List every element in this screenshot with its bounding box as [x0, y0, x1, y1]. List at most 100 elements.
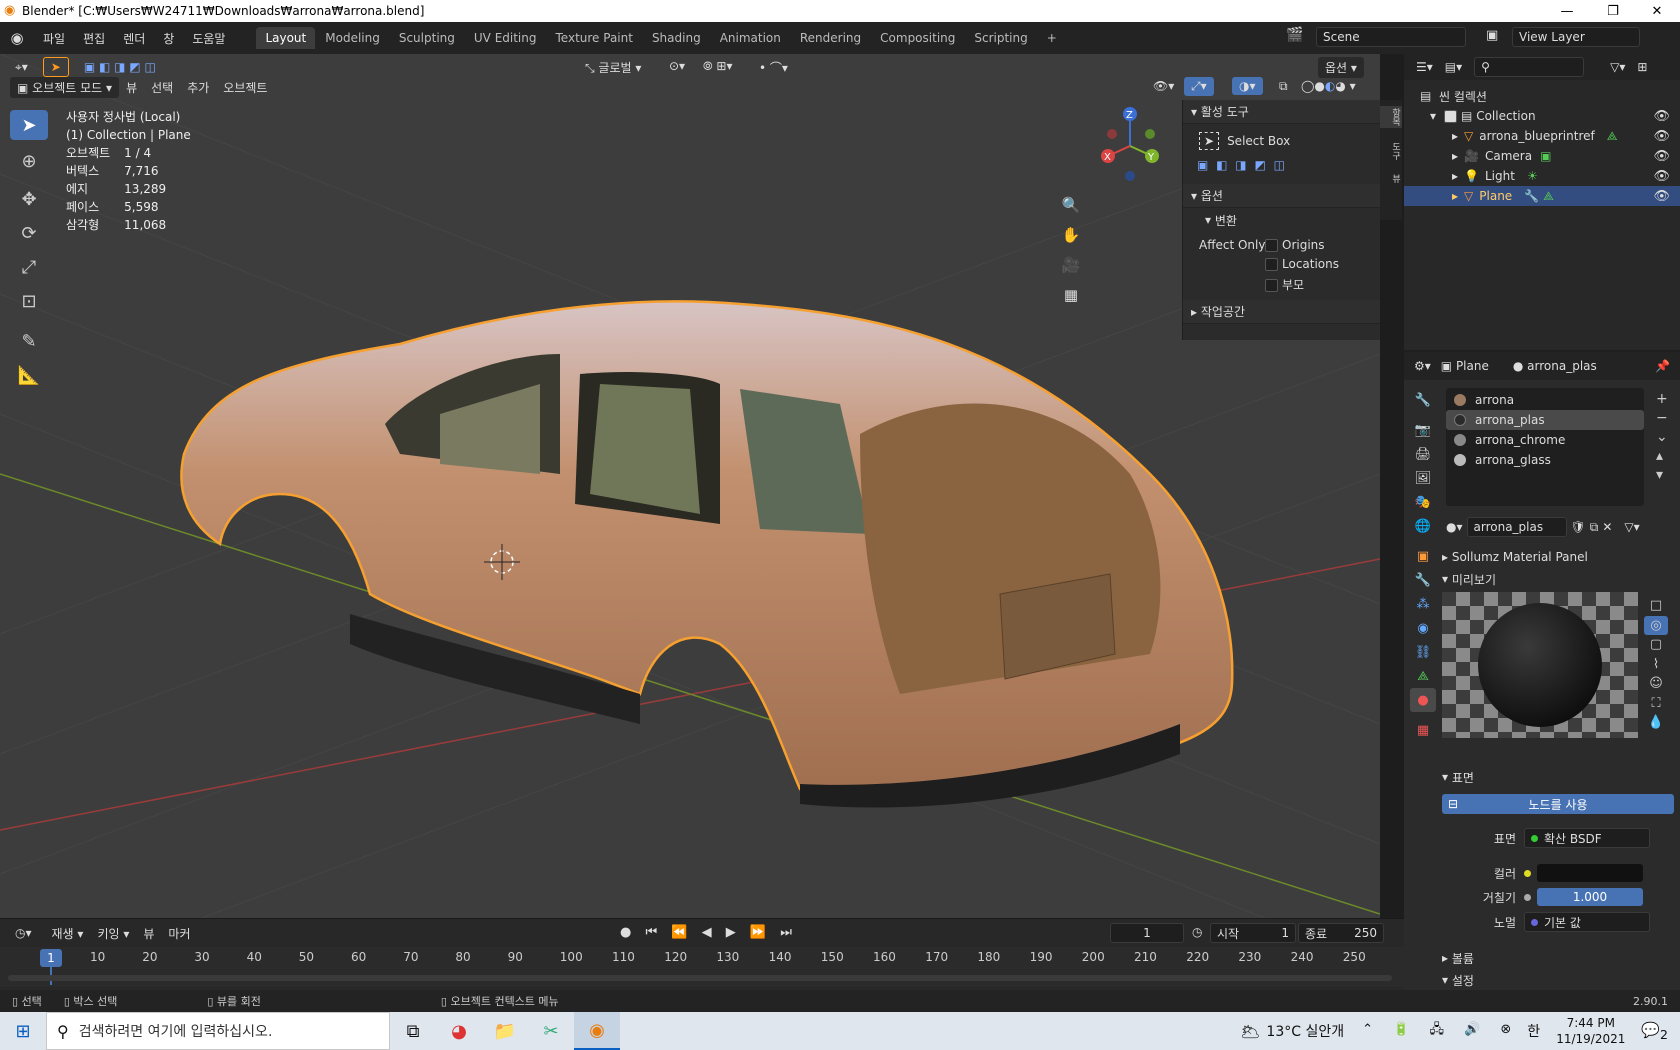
minimize-button[interactable]: —: [1544, 0, 1590, 22]
eye-icon[interactable]: 👁: [1653, 189, 1670, 204]
shading-mode-icons[interactable]: ◯●◐◕ ▾: [1294, 77, 1363, 95]
tab-rendering[interactable]: Rendering: [791, 27, 870, 49]
tab-sculpting[interactable]: Sculpting: [390, 27, 464, 49]
close-window-button[interactable]: ✕: [1634, 0, 1680, 22]
world-tab-icon[interactable]: 🌐: [1410, 514, 1436, 538]
view-layer-icon[interactable]: ▣: [1486, 28, 1498, 43]
texture-tab-icon[interactable]: ▦: [1410, 718, 1436, 742]
scene-browse-icon[interactable]: 🎬: [1286, 27, 1303, 43]
eye-icon[interactable]: 👁: [1653, 169, 1670, 184]
outliner-editor-icon[interactable]: ☰▾: [1416, 60, 1433, 74]
snipping-tool-icon[interactable]: ✂: [528, 1012, 574, 1050]
tab-texture-paint[interactable]: Texture Paint: [547, 27, 642, 49]
preview-panel-header[interactable]: ▾ 미리보기: [1442, 568, 1678, 590]
material-slot-arrona-glass[interactable]: arrona_glass: [1446, 450, 1644, 470]
tab-item[interactable]: 항목: [1380, 106, 1402, 128]
maximize-button[interactable]: ❐: [1590, 0, 1636, 22]
fake-user-icon[interactable]: 🛡: [1571, 520, 1586, 534]
view-layer-field[interactable]: View Layer: [1512, 27, 1640, 47]
ime-indicator[interactable]: 한: [1527, 1021, 1540, 1041]
material-slot-arrona-chrome[interactable]: arrona_chrome: [1446, 430, 1644, 450]
overlay-toggle-icon[interactable]: ◑▾: [1232, 77, 1263, 95]
unlink-material-icon[interactable]: ✕: [1602, 520, 1612, 534]
navigation-gizmo[interactable]: Z Y X: [1090, 104, 1170, 184]
pivot-point-icon[interactable]: ⊙▾: [662, 57, 692, 75]
menu-render[interactable]: 렌더: [114, 30, 154, 47]
render-tab-icon[interactable]: 📷: [1410, 418, 1436, 442]
timeline-track[interactable]: 1 10 20 30 40 50 60 70 80 90 100 110 120 130 140 150 16…: [0, 947, 1404, 987]
material-slot-arrona[interactable]: arrona: [1446, 390, 1644, 410]
gizmo-toggle-icon[interactable]: ⤢▾: [1184, 77, 1214, 96]
notification-icon[interactable]: 💬2: [1641, 1021, 1668, 1042]
preview-range-icon[interactable]: ◷: [1192, 925, 1202, 939]
menu-window[interactable]: 창: [154, 30, 183, 47]
outliner-item-plane[interactable]: ▸ ▽ Plane 🔧 ⟁ 👁: [1404, 186, 1680, 206]
particles-tab-icon[interactable]: ⁂: [1410, 592, 1436, 616]
preview-cloth-icon[interactable]: ⛶: [1644, 694, 1668, 714]
viewport-menu-select[interactable]: 선택: [144, 77, 180, 98]
color-swatch[interactable]: [1537, 864, 1643, 882]
use-nodes-button[interactable]: ⊟ 노드를 사용: [1442, 794, 1674, 814]
scene-collection-row[interactable]: ▤ 씬 컬렉션: [1404, 86, 1680, 106]
settings-panel-header[interactable]: ▾ 설정: [1442, 970, 1678, 990]
timeline-scrollbar[interactable]: [8, 975, 1392, 981]
timeline-editor-icon[interactable]: ◷▾: [8, 924, 39, 942]
parents-checkbox[interactable]: 부모: [1265, 276, 1304, 293]
3d-viewport[interactable]: ⌖▾ ➤ ▣ ◧ ◨ ◩ ◫ ⤡ 글로벌 ▾ ⊙▾ ⦾ ⊞▾ • ⌒▾ 옵션 ▾…: [0, 54, 1380, 918]
origins-checkbox[interactable]: Origins: [1265, 238, 1325, 252]
move-up-icon[interactable]: ▴: [1656, 447, 1668, 466]
tray-icons[interactable]: ⌃ 🔋 🖧 🔊 ⊗: [1362, 1020, 1519, 1042]
output-tab-icon[interactable]: 🖨: [1410, 442, 1436, 466]
xray-icon[interactable]: ⧉: [1272, 77, 1295, 96]
display-mode-icon[interactable]: ▤▾: [1445, 60, 1462, 74]
tool-transform-icon[interactable]: ⊡: [10, 286, 48, 316]
ortho-grid-icon[interactable]: ▦: [1058, 282, 1084, 308]
normal-field[interactable]: 기본 값: [1524, 912, 1650, 932]
tab-scripting[interactable]: Scripting: [965, 27, 1036, 49]
menu-help[interactable]: 도움말: [183, 30, 234, 47]
view-layer-tab-icon[interactable]: 🖼: [1410, 466, 1436, 490]
preview-flat-icon[interactable]: □: [1644, 596, 1668, 616]
tool-annotate-icon[interactable]: ✎: [10, 326, 48, 356]
roughness-slider[interactable]: 1.000: [1537, 888, 1643, 906]
camera-view-icon[interactable]: 🎥: [1058, 252, 1084, 278]
sollumz-panel-header[interactable]: ▸ Sollumz Material Panel: [1442, 546, 1678, 568]
keying-menu[interactable]: 키잉 ▾: [90, 923, 136, 944]
duplicate-material-icon[interactable]: ⧉: [1590, 520, 1599, 535]
object-tab-icon[interactable]: ▣: [1410, 544, 1436, 568]
chrome-icon[interactable]: ◕: [436, 1012, 482, 1050]
tool-move-icon[interactable]: ✥: [10, 184, 48, 214]
timeline-view-menu[interactable]: 뷰: [136, 923, 161, 944]
material-slot-arrona-plas[interactable]: arrona_plas: [1446, 410, 1644, 430]
preview-sphere-icon[interactable]: ◎: [1644, 615, 1668, 635]
marker-menu[interactable]: 마커: [161, 923, 197, 944]
blender-taskbar-icon[interactable]: ◉: [574, 1012, 620, 1050]
tab-shading[interactable]: Shading: [643, 27, 710, 49]
properties-editor-icon[interactable]: ⚙▾: [1414, 359, 1431, 373]
tool-select-box-icon[interactable]: ➤: [10, 110, 48, 140]
transform-header[interactable]: ▾ 변환: [1183, 208, 1380, 232]
outliner-search-input[interactable]: ⚲: [1474, 57, 1585, 77]
surface-panel-header[interactable]: ▾ 표면: [1442, 766, 1678, 788]
task-view-icon[interactable]: ⧉: [390, 1012, 436, 1050]
weather-text[interactable]: 13°C 실안개: [1266, 1021, 1344, 1041]
filter-icon[interactable]: ▽▾: [1610, 60, 1625, 74]
add-slot-icon[interactable]: +: [1656, 390, 1668, 409]
pan-hand-icon[interactable]: ✋: [1058, 222, 1084, 248]
tab-layout[interactable]: Layout: [256, 27, 316, 49]
scene-tab-icon[interactable]: 🎭: [1410, 490, 1436, 514]
playback-menu[interactable]: 재생 ▾: [45, 923, 91, 944]
tool-scale-icon[interactable]: ⤢: [10, 252, 48, 282]
volume-panel-header[interactable]: ▸ 볼륨: [1442, 948, 1678, 968]
tab-modeling[interactable]: Modeling: [316, 27, 389, 49]
preview-fluid-icon[interactable]: 💧: [1644, 713, 1668, 733]
link-mode-icon[interactable]: ▽▾: [1624, 520, 1639, 534]
current-frame-field[interactable]: 1: [1110, 923, 1184, 943]
material-tab-icon[interactable]: ●: [1410, 688, 1436, 712]
taskbar-search-box[interactable]: ⚲ 검색하려면 여기에 입력하십시오.: [46, 1012, 390, 1050]
file-explorer-icon[interactable]: 📁: [482, 1012, 528, 1050]
tab-compositing[interactable]: Compositing: [871, 27, 964, 49]
scene-field[interactable]: Scene: [1316, 27, 1466, 47]
visibility-icon[interactable]: 👁▾: [1146, 77, 1181, 95]
tab-uv-editing[interactable]: UV Editing: [465, 27, 546, 49]
